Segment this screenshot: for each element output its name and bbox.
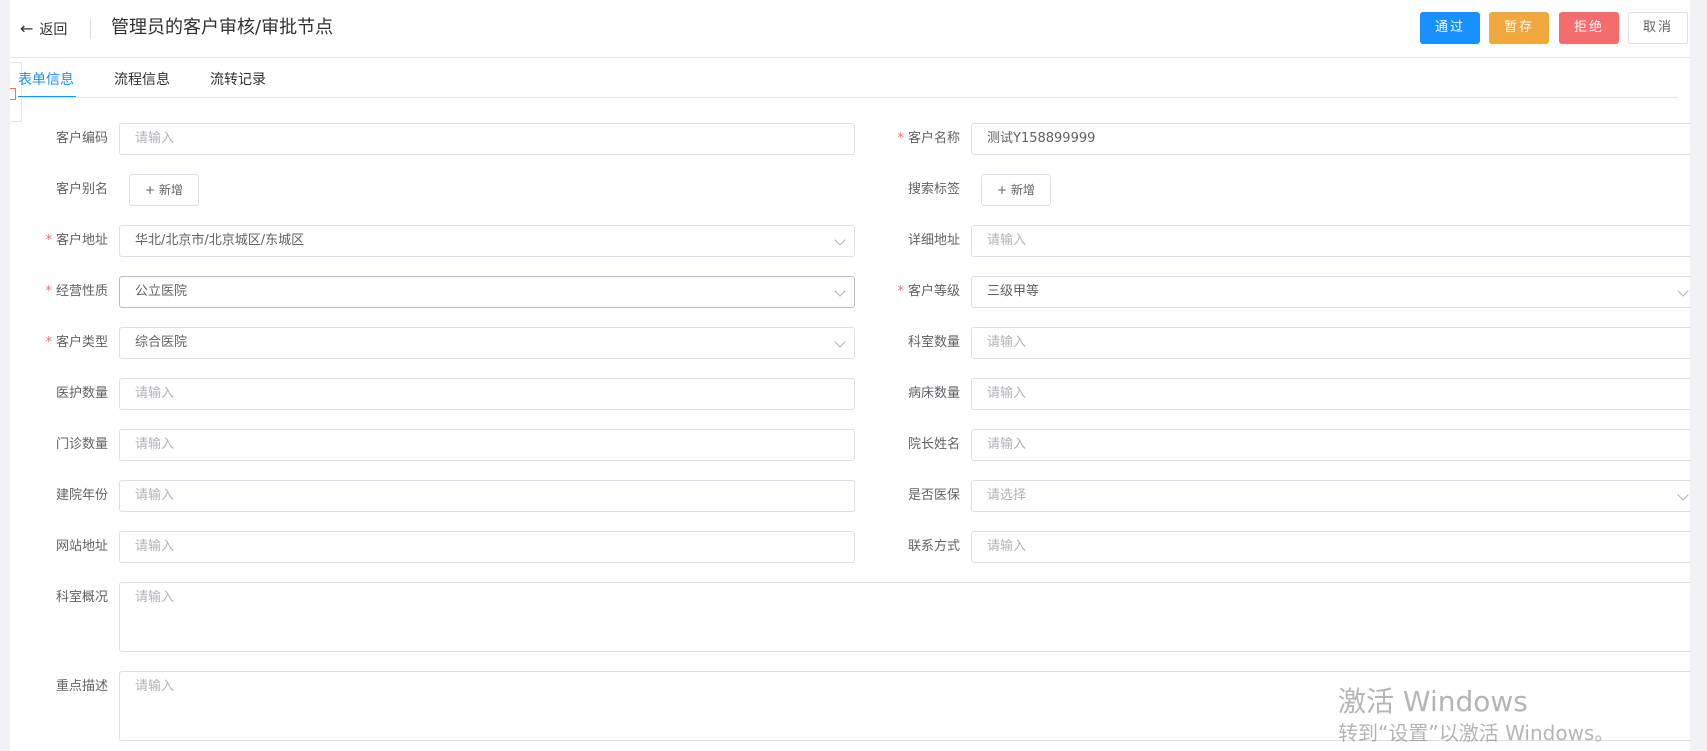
right-gutter [1690,0,1707,751]
bed-count-input[interactable]: 请输入 [971,378,1698,410]
customer-code-label: 客户编码 [55,131,108,146]
medical-insurance-select[interactable]: 请选择 [971,480,1698,512]
reject-button[interactable]: 拒绝 [1559,12,1619,44]
customer-name-value: 测试Y158899999 [987,131,1096,146]
founded-year-label: 建院年份 [55,488,108,503]
customer-address-label: * 客户地址 [45,233,108,248]
medical-staff-placeholder: 请输入 [135,386,175,401]
outpatient-count-label: 门诊数量 [55,437,108,452]
customer-level-select[interactable]: 三级甲等 [971,276,1698,308]
customer-level-value: 三级甲等 [987,284,1040,299]
medical-insurance-label: 是否医保 [907,488,960,503]
website-placeholder: 请输入 [135,539,175,554]
customer-name-label: * 客户名称 [897,131,960,146]
customer-code-input[interactable]: 请输入 [119,123,855,155]
page-title: 管理员的客户审核/审批节点 [111,17,334,38]
outpatient-count-input[interactable]: 请输入 [119,429,855,461]
customer-level-label: * 客户等级 [897,284,960,299]
medical-insurance-placeholder: 请选择 [987,488,1027,503]
bed-count-placeholder: 请输入 [987,386,1027,401]
add-alias-button[interactable]: + 新增 [129,174,199,206]
page: ← 返回 管理员的客户审核/审批节点 通过 暂存 拒绝 取消 表单信息 流程信息… [10,0,1698,751]
tab-form-info[interactable]: 表单信息 [18,70,74,90]
contact-label: 联系方式 [907,539,960,554]
add-tag-button[interactable]: + 新增 [981,174,1051,206]
department-count-input[interactable]: 请输入 [971,327,1698,359]
key-description-label: 重点描述 [55,679,108,694]
chevron-down-icon [834,285,846,297]
business-nature-label: * 经营性质 [45,284,108,299]
customer-address-cascader[interactable]: 华北/北京市/北京城区/东城区 [119,225,855,257]
president-name-placeholder: 请输入 [987,437,1027,452]
tab-process-info[interactable]: 流程信息 [114,70,170,90]
detail-address-label: 详细地址 [907,233,960,248]
outpatient-count-placeholder: 请输入 [135,437,175,452]
header-divider [90,19,91,39]
bed-count-label: 病床数量 [907,386,960,401]
founded-year-input[interactable]: 请输入 [119,480,855,512]
header-bar: ← 返回 管理员的客户审核/审批节点 通过 暂存 拒绝 取消 [10,0,1690,58]
search-tags-label: 搜索标签 [907,182,960,197]
president-name-label: 院长姓名 [907,437,960,452]
business-nature-select[interactable]: 公立医院 [119,276,855,308]
department-overview-textarea[interactable]: 请输入 [119,582,1698,652]
key-description-placeholder: 请输入 [135,679,175,694]
customer-type-label: * 客户类型 [45,335,108,350]
chevron-down-icon [834,234,846,246]
website-input[interactable]: 请输入 [119,531,855,563]
back-button[interactable]: ← 返回 [20,18,67,40]
cancel-button[interactable]: 取消 [1628,12,1688,44]
tab-transfer-records[interactable]: 流转记录 [210,70,266,90]
contact-placeholder: 请输入 [987,539,1027,554]
founded-year-placeholder: 请输入 [135,488,175,503]
customer-alias-label: 客户别名 [55,182,108,197]
chevron-down-icon [1677,489,1689,501]
save-draft-button[interactable]: 暂存 [1489,12,1549,44]
business-nature-value: 公立医院 [135,284,188,299]
department-overview-placeholder: 请输入 [135,590,175,605]
detail-address-input[interactable]: 请输入 [971,225,1698,257]
back-label: 返回 [39,22,68,38]
department-count-label: 科室数量 [907,335,960,350]
website-label: 网站地址 [55,539,108,554]
arrow-left-icon: ← [20,19,34,38]
tab-bar-divider [18,97,1678,98]
contact-input[interactable]: 请输入 [971,531,1698,563]
customer-type-select[interactable]: 综合医院 [119,327,855,359]
president-name-input[interactable]: 请输入 [971,429,1698,461]
medical-staff-label: 医护数量 [55,386,108,401]
watermark-line2: 转到“设置”以激活 Windows。 [1338,721,1615,745]
pass-button[interactable]: 通过 [1420,12,1480,44]
department-overview-label: 科室概况 [55,590,108,605]
department-count-placeholder: 请输入 [987,335,1027,350]
customer-address-value: 华北/北京市/北京城区/东城区 [135,233,305,248]
tab-bar: 表单信息 流程信息 流转记录 [10,58,1690,98]
customer-code-placeholder: 请输入 [135,131,175,146]
watermark-line1: 激活 Windows [1338,685,1528,718]
customer-type-value: 综合医院 [135,335,188,350]
windows-activation-watermark: 激活 Windows 转到“设置”以激活 Windows。 [1338,685,1614,747]
chevron-down-icon [834,336,846,348]
detail-address-placeholder: 请输入 [987,233,1027,248]
customer-name-input[interactable]: 测试Y158899999 [971,123,1698,155]
chevron-down-icon [1677,285,1689,297]
medical-staff-input[interactable]: 请输入 [119,378,855,410]
